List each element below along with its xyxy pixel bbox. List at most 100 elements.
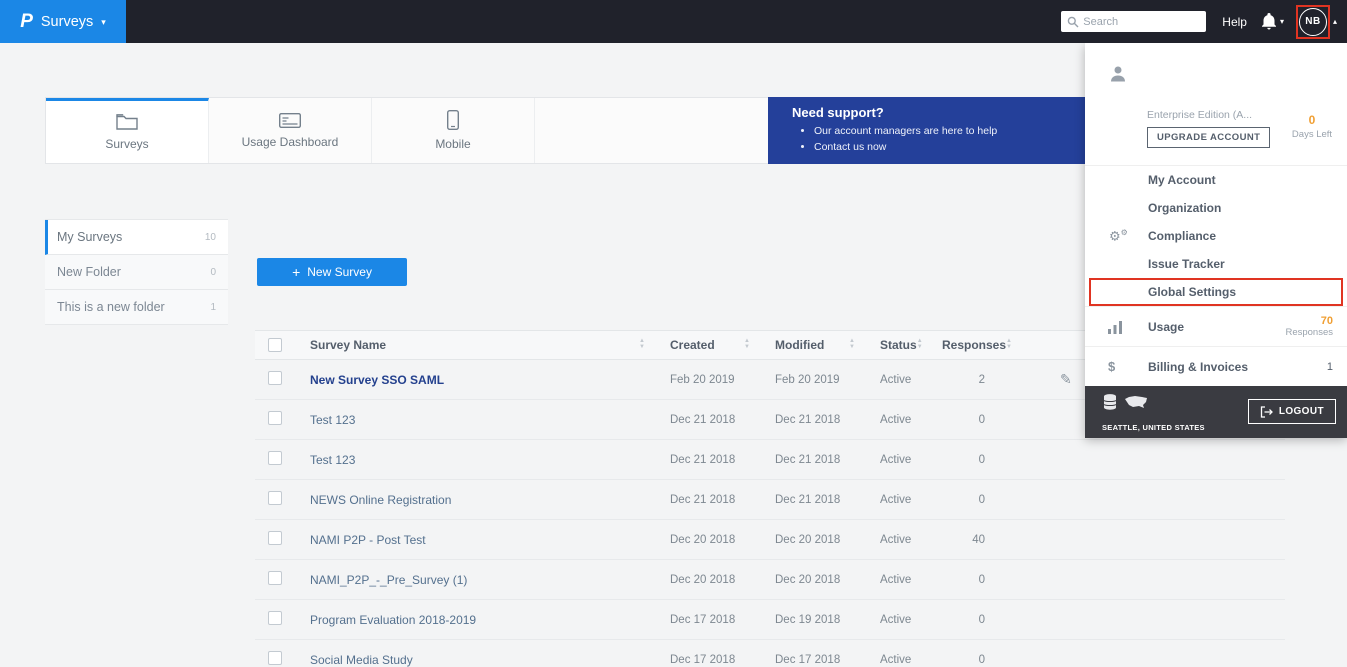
responses-count: 2 <box>927 374 995 386</box>
col-header-responses[interactable]: Responses ▲▼ <box>927 338 995 352</box>
search-input[interactable] <box>1083 16 1200 28</box>
status-text: Active <box>865 494 927 506</box>
folder-count: 0 <box>210 267 216 278</box>
survey-name-link[interactable]: NEWS Online Registration <box>310 493 451 507</box>
folder-label: New Folder <box>57 265 121 279</box>
menu-item-compliance[interactable]: ⚙⚙ Compliance <box>1085 222 1347 250</box>
survey-name-link[interactable]: Test 123 <box>310 413 355 427</box>
sort-down-arrow: ▼ <box>639 345 645 351</box>
help-link[interactable]: Help <box>1222 15 1247 29</box>
responses-count: 0 <box>927 654 995 666</box>
col-header-modified[interactable]: Modified ▲▼ <box>760 338 865 352</box>
logout-button[interactable]: LOGOUT <box>1248 399 1336 424</box>
modified-date: Dec 21 2018 <box>760 454 865 466</box>
survey-name-link[interactable]: Social Media Study <box>310 653 413 667</box>
table-row: Test 123 Dec 21 2018 Dec 21 2018 Active … <box>255 440 1285 480</box>
account-menu: Enterprise Edition (A... UPGRADE ACCOUNT… <box>1085 43 1347 437</box>
upgrade-account-button[interactable]: UPGRADE ACCOUNT <box>1147 127 1270 148</box>
logout-icon <box>1260 406 1273 418</box>
survey-name-cell: NAMI_P2P_-_Pre_Survey (1) <box>310 573 655 587</box>
logout-label: LOGOUT <box>1279 406 1324 417</box>
new-survey-button[interactable]: + New Survey <box>257 258 407 286</box>
modified-date: Dec 17 2018 <box>760 654 865 666</box>
usa-map-icon <box>1124 395 1148 409</box>
row-checkbox[interactable] <box>268 571 282 585</box>
col-header-created[interactable]: Created ▲▼ <box>655 338 760 352</box>
responses-count: 0 <box>927 454 995 466</box>
notifications-button[interactable]: ▾ <box>1261 13 1284 30</box>
menu-item-usage[interactable]: Usage 70 Responses <box>1085 306 1347 346</box>
survey-name-link[interactable]: Program Evaluation 2018-2019 <box>310 613 476 627</box>
folder-count: 1 <box>210 302 216 313</box>
tab-label: Usage Dashboard <box>242 135 339 149</box>
row-checkbox-cell <box>255 571 310 588</box>
col-header-survey-name[interactable]: Survey Name ▲▼ <box>310 338 655 352</box>
sidebar-item-my-surveys[interactable]: My Surveys 10 <box>45 220 228 255</box>
modified-date: Dec 21 2018 <box>760 494 865 506</box>
database-icon <box>1103 394 1117 410</box>
row-checkbox[interactable] <box>268 651 282 665</box>
status-text: Active <box>865 534 927 546</box>
modified-date: Dec 21 2018 <box>760 414 865 426</box>
tab-usage-dashboard[interactable]: Usage Dashboard <box>209 98 372 163</box>
survey-name-cell: NEWS Online Registration <box>310 493 655 507</box>
row-checkbox-cell <box>255 491 310 508</box>
row-checkbox[interactable] <box>268 491 282 505</box>
row-checkbox[interactable] <box>268 411 282 425</box>
menu-item-billing-invoices[interactable]: $ Billing & Invoices 1 <box>1085 346 1347 386</box>
folders-sidebar: My Surveys 10 New Folder 0 This is a new… <box>45 219 228 325</box>
created-date: Dec 20 2018 <box>655 534 760 546</box>
billing-label: Billing & Invoices <box>1148 360 1248 374</box>
menu-item-issue-tracker[interactable]: Issue Tracker <box>1085 250 1347 278</box>
created-date: Dec 17 2018 <box>655 614 760 626</box>
sort-icon[interactable]: ▲▼ <box>639 339 645 350</box>
product-switcher[interactable]: P Surveys ▾ <box>0 0 126 43</box>
menu-item-global-settings[interactable]: Global Settings <box>1089 278 1343 306</box>
modified-date: Dec 20 2018 <box>760 574 865 586</box>
menu-item-my-account[interactable]: My Account <box>1085 166 1347 194</box>
edit-icon[interactable]: ✎ <box>1060 371 1072 387</box>
survey-name-link[interactable]: New Survey SSO SAML <box>310 373 444 387</box>
product-name: Surveys <box>41 14 93 30</box>
account-summary: Enterprise Edition (A... UPGRADE ACCOUNT… <box>1085 43 1347 165</box>
menu-item-label: Compliance <box>1148 229 1216 243</box>
row-checkbox[interactable] <box>268 611 282 625</box>
sort-icon[interactable]: ▲▼ <box>1006 339 1012 350</box>
usage-unit: Responses <box>1285 327 1333 338</box>
col-label: Survey Name <box>310 338 386 352</box>
sort-icon[interactable]: ▲▼ <box>849 339 855 350</box>
usage-stats: 70 Responses <box>1285 315 1333 338</box>
survey-name-cell: New Survey SSO SAML <box>310 373 655 387</box>
col-label: Created <box>670 338 715 352</box>
survey-name-link[interactable]: NAMI P2P - Post Test <box>310 533 426 547</box>
dashboard-icon <box>279 113 301 128</box>
row-checkbox-cell <box>255 651 310 667</box>
survey-name-link[interactable]: NAMI_P2P_-_Pre_Survey (1) <box>310 573 467 587</box>
sidebar-item-new-folder[interactable]: New Folder 0 <box>45 255 228 290</box>
tab-mobile[interactable]: Mobile <box>372 98 535 163</box>
folder-icon <box>116 113 138 130</box>
created-date: Dec 20 2018 <box>655 574 760 586</box>
survey-name-link[interactable]: Test 123 <box>310 453 355 467</box>
row-checkbox[interactable] <box>268 531 282 545</box>
sort-icon[interactable]: ▲▼ <box>744 339 750 350</box>
row-checkbox[interactable] <box>268 371 282 385</box>
col-header-status[interactable]: Status ▲▼ <box>865 338 927 352</box>
folder-label: This is a new folder <box>57 300 165 314</box>
select-all-checkbox[interactable] <box>268 338 282 352</box>
folder-label: My Surveys <box>57 230 122 244</box>
created-date: Dec 21 2018 <box>655 494 760 506</box>
table-row: NAMI P2P - Post Test Dec 20 2018 Dec 20 … <box>255 520 1285 560</box>
status-text: Active <box>865 374 927 386</box>
menu-item-organization[interactable]: Organization <box>1085 194 1347 222</box>
user-avatar[interactable]: NB <box>1299 8 1327 36</box>
row-checkbox[interactable] <box>268 451 282 465</box>
sort-down-arrow: ▼ <box>849 345 855 351</box>
billing-value: 1 <box>1327 361 1333 373</box>
sidebar-item-this-is-a-new-folder[interactable]: This is a new folder 1 <box>45 290 228 325</box>
modified-date: Dec 19 2018 <box>760 614 865 626</box>
sort-icon[interactable]: ▲▼ <box>917 339 923 350</box>
tab-surveys[interactable]: Surveys <box>46 98 209 163</box>
days-left: 0 Days Left <box>1285 113 1339 140</box>
row-checkbox-cell <box>255 531 310 548</box>
